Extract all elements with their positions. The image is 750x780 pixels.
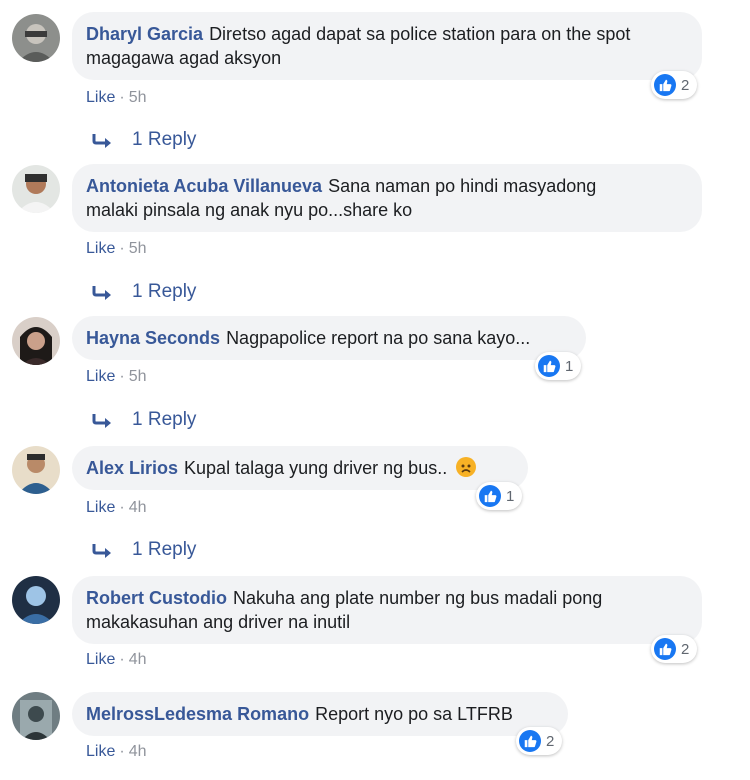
timestamp[interactable]: 5h: [129, 368, 147, 385]
reaction-count: 2: [681, 640, 690, 658]
view-replies-link[interactable]: 1 Reply: [92, 539, 196, 561]
avatar[interactable]: [12, 692, 60, 740]
reply-arrow-icon: [92, 286, 111, 300]
reply-arrow-icon: [92, 544, 111, 558]
like-link[interactable]: Like: [86, 499, 115, 516]
like-thumb-icon: [519, 730, 541, 752]
like-link[interactable]: Like: [86, 743, 115, 760]
reaction-summary[interactable]: 1: [476, 482, 523, 510]
comment-text: Kupal talaga yung driver ng bus..: [184, 458, 448, 478]
comment-meta: Like · 5h: [86, 368, 147, 385]
reaction-summary[interactable]: 2: [651, 71, 698, 99]
comment-text: makakasuhan ang driver na inutil: [86, 612, 351, 632]
reaction-count: 2: [546, 732, 555, 750]
reply-count-label[interactable]: 1 Reply: [132, 539, 196, 561]
comment-author[interactable]: Antonieta Acuba Villanueva: [86, 176, 322, 196]
reaction-summary[interactable]: 2: [516, 727, 563, 755]
comment-text: Sana naman po hindi masyadong: [328, 176, 597, 196]
like-link[interactable]: Like: [86, 368, 115, 385]
reply-arrow-icon: [92, 414, 111, 428]
view-replies-link[interactable]: 1 Reply: [92, 281, 196, 303]
comment-text: Diretso agad dapat sa police station par…: [209, 24, 631, 44]
like-thumb-icon: [538, 355, 560, 377]
reaction-summary[interactable]: 2: [651, 635, 698, 663]
timestamp[interactable]: 5h: [129, 89, 147, 106]
avatar[interactable]: [12, 446, 60, 494]
reply-count-label[interactable]: 1 Reply: [132, 281, 196, 303]
like-link[interactable]: Like: [86, 240, 115, 257]
comment-text: Nakuha ang plate number ng bus madali po…: [233, 588, 603, 608]
comment-meta: Like · 4h: [86, 651, 147, 668]
comment-text: Report nyo po sa LTFRB: [315, 704, 513, 724]
comment-author[interactable]: Dharyl Garcia: [86, 24, 203, 44]
comment-bubble: Alex Lirios Kupal talaga yung driver ng b…: [72, 446, 528, 490]
comment-bubble: Hayna Seconds Nagpapolice report na po sa…: [72, 316, 586, 360]
reply-arrow-icon: [92, 134, 111, 148]
view-replies-link[interactable]: 1 Reply: [92, 129, 196, 151]
comment-meta: Like · 4h: [86, 743, 147, 760]
comment-author[interactable]: Robert Custodio: [86, 588, 227, 608]
comment-author[interactable]: Hayna Seconds: [86, 328, 220, 348]
reaction-count: 1: [565, 357, 574, 375]
comment-bubble: MelrossLedesma Romano Report nyo po sa LT…: [72, 692, 568, 736]
comment-bubble: Dharyl Garcia Diretso agad dapat sa polic…: [72, 12, 702, 80]
timestamp[interactable]: 4h: [129, 651, 147, 668]
timestamp[interactable]: 4h: [129, 743, 147, 760]
like-thumb-icon: [654, 74, 676, 96]
comment-meta: Like · 5h: [86, 240, 147, 257]
like-link[interactable]: Like: [86, 89, 115, 106]
timestamp[interactable]: 4h: [129, 499, 147, 516]
avatar[interactable]: [12, 576, 60, 624]
reaction-count: 1: [506, 487, 515, 505]
like-link[interactable]: Like: [86, 651, 115, 668]
avatar[interactable]: [12, 14, 60, 62]
comment-text: Nagpapolice report na po sana kayo...: [226, 328, 531, 348]
timestamp[interactable]: 5h: [129, 240, 147, 257]
comment-text: malaki pinsala ng anak nyu po...share ko: [86, 200, 413, 220]
comment-author[interactable]: MelrossLedesma Romano: [86, 704, 309, 724]
reply-count-label[interactable]: 1 Reply: [132, 409, 196, 431]
reaction-summary[interactable]: 1: [535, 352, 582, 380]
comment-meta: Like · 4h: [86, 499, 147, 516]
comment-bubble: Antonieta Acuba Villanueva Sana naman po …: [72, 164, 702, 232]
comment-text: magagawa agad aksyon: [86, 48, 282, 68]
avatar[interactable]: [12, 317, 60, 365]
comment-meta: Like · 5h: [86, 89, 147, 106]
comment-bubble: Robert Custodio Nakuha ang plate number n…: [72, 576, 702, 644]
like-thumb-icon: [479, 485, 501, 507]
reaction-count: 2: [681, 76, 690, 94]
view-replies-link[interactable]: 1 Reply: [92, 409, 196, 431]
comment-author[interactable]: Alex Lirios: [86, 458, 178, 478]
sad-face-emoji: [456, 457, 477, 477]
avatar[interactable]: [12, 165, 60, 213]
like-thumb-icon: [654, 638, 676, 660]
reply-count-label[interactable]: 1 Reply: [132, 129, 196, 151]
